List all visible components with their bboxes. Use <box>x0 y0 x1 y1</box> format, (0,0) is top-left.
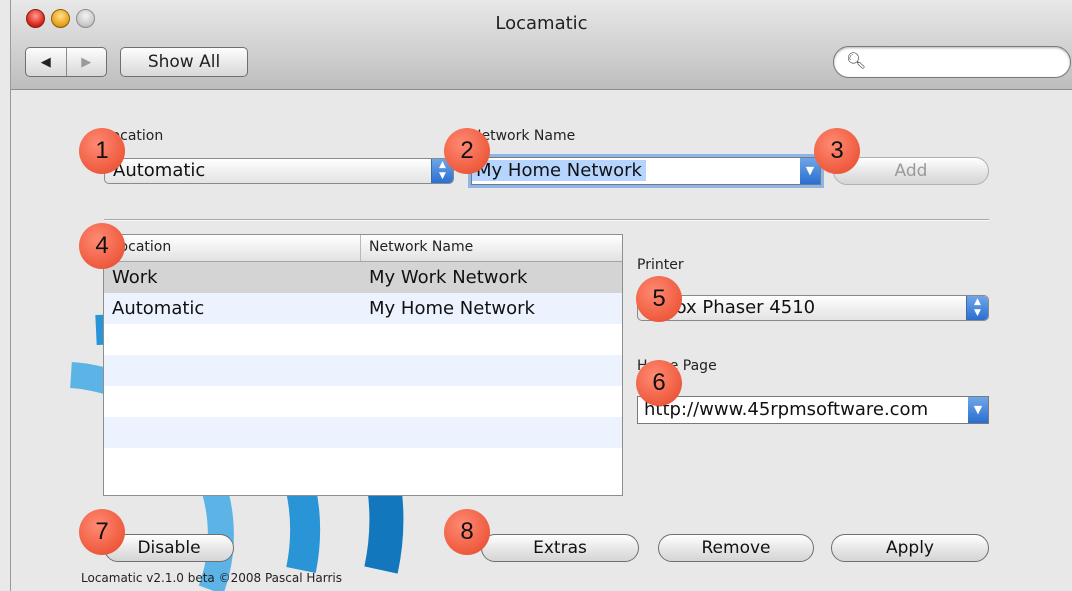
annotation-badge-1: 1 <box>79 128 125 174</box>
search-field[interactable]: 🔍︎ <box>833 46 1071 78</box>
column-header-location[interactable]: Location <box>104 235 361 261</box>
back-forward-control: ◀ ▶ <box>25 47 107 77</box>
back-button[interactable]: ◀ <box>26 48 66 76</box>
table-row[interactable]: Automatic My Home Network <box>104 293 622 324</box>
table-header: Location Network Name <box>104 235 622 262</box>
network-name-combo[interactable]: My Home Network ▼ <box>471 157 821 185</box>
title-bar: Locamatic ◀ ▶ Show All 🔍︎ <box>11 0 1072 90</box>
table-row-empty <box>104 324 622 355</box>
column-header-network-name[interactable]: Network Name <box>361 235 473 261</box>
show-all-button[interactable]: Show All <box>120 47 248 77</box>
annotation-badge-4: 4 <box>79 223 125 269</box>
table-row-empty <box>104 386 622 417</box>
search-icon: 🔍︎ <box>846 51 867 70</box>
dropdown-arrow-icon[interactable]: ▼ <box>968 397 988 423</box>
annotation-badge-6: 6 <box>636 360 682 406</box>
updown-arrows-icon: ▲ ▼ <box>966 296 988 320</box>
printer-popup[interactable]: Xerox Phaser 4510 ▲ ▼ <box>637 295 989 321</box>
cell-network: My Home Network <box>369 298 535 319</box>
location-popup-value: Automatic <box>113 160 206 181</box>
home-page-value: http://www.45rpmsoftware.com <box>644 399 929 420</box>
extras-button[interactable]: Extras <box>481 534 639 562</box>
table-row-empty <box>104 355 622 386</box>
cell-network: My Work Network <box>369 267 528 288</box>
preferences-window: Locamatic ◀ ▶ Show All 🔍︎ Location Autom… <box>10 0 1072 591</box>
annotation-badge-3: 3 <box>814 128 860 174</box>
annotation-badge-2: 2 <box>444 128 490 174</box>
network-name-value: My Home Network <box>472 160 646 181</box>
annotation-badge-8: 8 <box>444 509 490 555</box>
cell-location: Work <box>112 267 158 288</box>
table-row[interactable]: Work My Work Network <box>104 262 622 293</box>
window-title: Locamatic <box>495 13 588 34</box>
annotation-badge-5: 5 <box>636 276 682 322</box>
printer-label: Printer <box>637 257 684 273</box>
table-row-empty <box>104 417 622 448</box>
location-network-table[interactable]: Location Network Name Work My Work Netwo… <box>103 234 623 496</box>
home-page-combo[interactable]: http://www.45rpmsoftware.com ▼ <box>637 396 989 424</box>
separator <box>104 219 989 221</box>
annotation-badge-7: 7 <box>79 509 125 555</box>
version-footer: Locamatic v2.1.0 beta ©2008 Pascal Harri… <box>81 571 342 585</box>
cell-location: Automatic <box>112 298 205 319</box>
remove-button[interactable]: Remove <box>658 534 814 562</box>
table-row-empty <box>104 448 622 479</box>
location-popup[interactable]: Automatic ▲ ▼ <box>104 158 454 184</box>
apply-button[interactable]: Apply <box>831 534 989 562</box>
forward-button[interactable]: ▶ <box>65 48 107 76</box>
